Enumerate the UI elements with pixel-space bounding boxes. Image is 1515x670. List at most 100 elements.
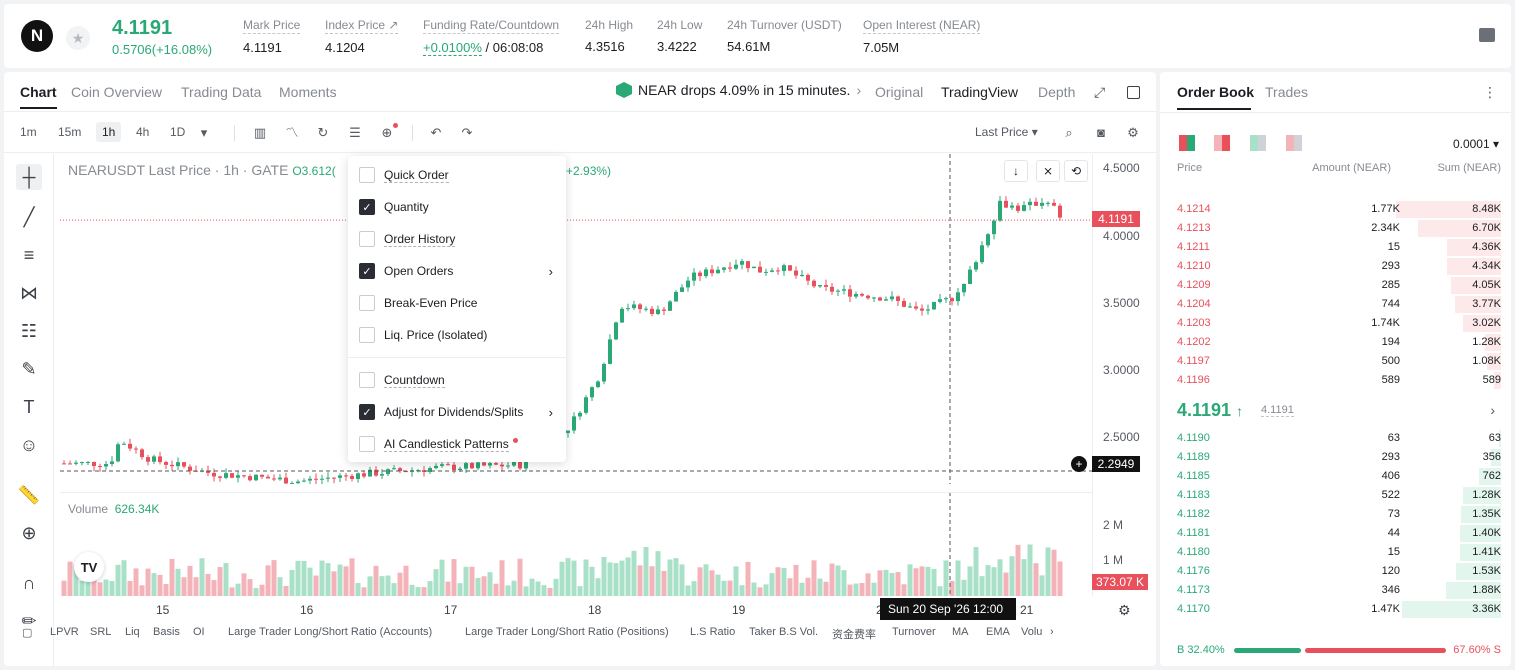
indicator-tab[interactable]: SRL	[90, 626, 111, 638]
order-row[interactable]: 4.1182 73 1.35K	[1160, 505, 1511, 524]
order-row[interactable]: 4.1214 1.77K 8.48K	[1160, 200, 1511, 219]
tab-order-book[interactable]: Order Book	[1177, 84, 1254, 100]
indicator-toggle-icon[interactable]: ▢	[22, 626, 32, 639]
order-row[interactable]: 4.1183 522 1.28K	[1160, 486, 1511, 505]
indicator-tab[interactable]: Liq	[125, 626, 140, 638]
indicator-tab[interactable]: EMA	[986, 626, 1010, 638]
order-row[interactable]: 4.1180 15 1.41K	[1160, 543, 1511, 562]
indicator-tab[interactable]: MA	[952, 626, 969, 638]
view-both-icon[interactable]	[1179, 135, 1195, 151]
horizontal-lines-icon[interactable]: ≡	[16, 242, 42, 268]
pattern-icon[interactable]: ⋈	[16, 280, 42, 306]
indicator-tab[interactable]: Turnover	[892, 626, 936, 638]
indicator-tab[interactable]: Large Trader Long/Short Ratio (Accounts)	[228, 626, 432, 638]
tab-original[interactable]: Original	[875, 84, 923, 100]
expand-icon[interactable]: ⤢	[1094, 84, 1105, 101]
dropdown-item-break-even-price[interactable]: Break-Even Price	[359, 294, 559, 312]
tradingview-logo-icon[interactable]: TV	[74, 552, 104, 582]
dropdown-item-ai-candlestick-patterns[interactable]: AI Candlestick Patterns	[359, 435, 559, 453]
candlestick-chart[interactable]	[60, 154, 1092, 484]
indicators-icon[interactable]: 〽	[284, 125, 300, 141]
indicator-scroll-icon[interactable]: ›	[1050, 626, 1054, 638]
precision-select[interactable]: 0.0001 ▾	[1453, 137, 1499, 151]
checkbox-icon[interactable]	[359, 167, 375, 183]
text-icon[interactable]: T	[16, 394, 42, 420]
checkbox-icon[interactable]	[359, 372, 375, 388]
order-row[interactable]: 4.1173 346 1.88K	[1160, 581, 1511, 600]
tab-trades[interactable]: Trades	[1265, 84, 1308, 100]
timeframe-dropdown-icon[interactable]: ▾	[196, 125, 212, 141]
magnet-icon[interactable]: ∩	[16, 570, 42, 596]
gear-icon[interactable]: ⚙	[1125, 125, 1141, 141]
checkbox-icon[interactable]: ✓	[359, 263, 375, 279]
view-asks-icon[interactable]	[1214, 135, 1230, 151]
order-row[interactable]: 4.1204 744 3.77K	[1160, 295, 1511, 314]
order-row[interactable]: 4.1210 293 4.34K	[1160, 257, 1511, 276]
reset-icon[interactable]: ⟲	[1064, 160, 1088, 182]
redo-icon[interactable]: ↷	[459, 125, 475, 141]
checkbox-icon[interactable]	[359, 295, 375, 311]
order-row[interactable]: 4.1209 285 4.05K	[1160, 276, 1511, 295]
volume-chart[interactable]	[60, 492, 1092, 596]
dropdown-item-quantity[interactable]: ✓ Quantity	[359, 198, 559, 216]
emoji-icon[interactable]: ☺	[16, 432, 42, 458]
tab-moments[interactable]: Moments	[279, 84, 337, 100]
tab-trading-data[interactable]: Trading Data	[181, 84, 261, 100]
tab-chart[interactable]: Chart	[20, 84, 57, 109]
order-row[interactable]: 4.1181 44 1.40K	[1160, 524, 1511, 543]
indicator-tab[interactable]: L.S Ratio	[690, 626, 735, 638]
tab-coin-overview[interactable]: Coin Overview	[71, 84, 162, 100]
indicator-tab[interactable]: Large Trader Long/Short Ratio (Positions…	[465, 626, 669, 638]
dropdown-item-open-orders[interactable]: ✓ Open Orders ›	[359, 262, 559, 280]
order-row[interactable]: 4.1176 120 1.53K	[1160, 562, 1511, 581]
order-row[interactable]: 4.1185 406 762	[1160, 467, 1511, 486]
order-row[interactable]: 4.1203 1.74K 3.02K	[1160, 314, 1511, 333]
indicator-tab[interactable]: Volu	[1021, 626, 1042, 638]
indicator-tab[interactable]: Basis	[153, 626, 180, 638]
checkbox-icon[interactable]	[359, 231, 375, 247]
add-alert-icon[interactable]: +	[1071, 456, 1087, 472]
tf-15m[interactable]: 15m	[58, 125, 81, 139]
view-depth-icon[interactable]	[1286, 135, 1302, 151]
favorite-star-icon[interactable]: ★	[66, 26, 90, 50]
stat-index-price[interactable]: Index Price ↗ 4.1204	[325, 18, 399, 55]
candle-type-icon[interactable]: ▥	[252, 125, 268, 141]
tf-1h[interactable]: 1h	[96, 122, 122, 142]
indicator-tab[interactable]: OI	[193, 626, 205, 638]
checkbox-icon[interactable]	[359, 436, 375, 452]
dropdown-item-quick-order[interactable]: Quick Order	[359, 166, 559, 184]
order-row[interactable]: 4.1190 63 63	[1160, 429, 1511, 448]
indicator-tab[interactable]: LPVR	[50, 626, 79, 638]
settings-list-icon[interactable]: ☰	[347, 125, 363, 141]
arrow-down-icon[interactable]: ↓	[1004, 160, 1028, 182]
order-row[interactable]: 4.1197 500 1.08K	[1160, 352, 1511, 371]
camera-icon[interactable]: ◙	[1093, 125, 1109, 141]
dropdown-item-order-history[interactable]: Order History	[359, 230, 559, 248]
crosshair-icon[interactable]: ┼	[16, 164, 42, 190]
news-ticker[interactable]: NEAR drops 4.09% in 15 minutes. ›	[616, 82, 861, 98]
notebook-icon[interactable]	[1479, 28, 1495, 42]
indicator-tab[interactable]: Taker B.S Vol.	[749, 626, 818, 638]
ruler-icon[interactable]: 📏	[16, 482, 42, 508]
search-icon[interactable]: ⌕	[1061, 125, 1077, 141]
order-row[interactable]: 4.1189 293 356	[1160, 448, 1511, 467]
add-plus-icon[interactable]: ⊕	[379, 123, 398, 141]
order-row[interactable]: 4.1211 15 4.36K	[1160, 238, 1511, 257]
trendline-icon[interactable]: ╱	[16, 204, 42, 230]
tf-4h[interactable]: 4h	[136, 125, 149, 139]
dropdown-item-adjust-for-dividends-splits[interactable]: ✓ Adjust for Dividends/Splits ›	[359, 403, 559, 421]
tab-tradingview[interactable]: TradingView	[941, 84, 1018, 100]
view-bids-icon[interactable]	[1250, 135, 1266, 151]
tab-depth[interactable]: Depth	[1038, 84, 1075, 100]
checkbox-icon[interactable]: ✓	[359, 199, 375, 215]
tf-1d[interactable]: 1D	[170, 125, 185, 139]
checkbox-icon[interactable]: ✓	[359, 404, 375, 420]
collapse-icon[interactable]: ⨯	[1036, 160, 1060, 182]
order-row[interactable]: 4.1170 1.47K 3.36K	[1160, 600, 1511, 619]
order-row[interactable]: 4.1202 194 1.28K	[1160, 333, 1511, 352]
time-axis-settings-icon[interactable]: ⚙	[1118, 602, 1131, 619]
dropdown-item-liq-price-isolated[interactable]: Liq. Price (Isolated)	[359, 326, 559, 344]
order-row[interactable]: 4.1213 2.34K 6.70K	[1160, 219, 1511, 238]
tf-1m[interactable]: 1m	[20, 125, 37, 139]
dropdown-item-countdown[interactable]: Countdown	[359, 371, 559, 389]
